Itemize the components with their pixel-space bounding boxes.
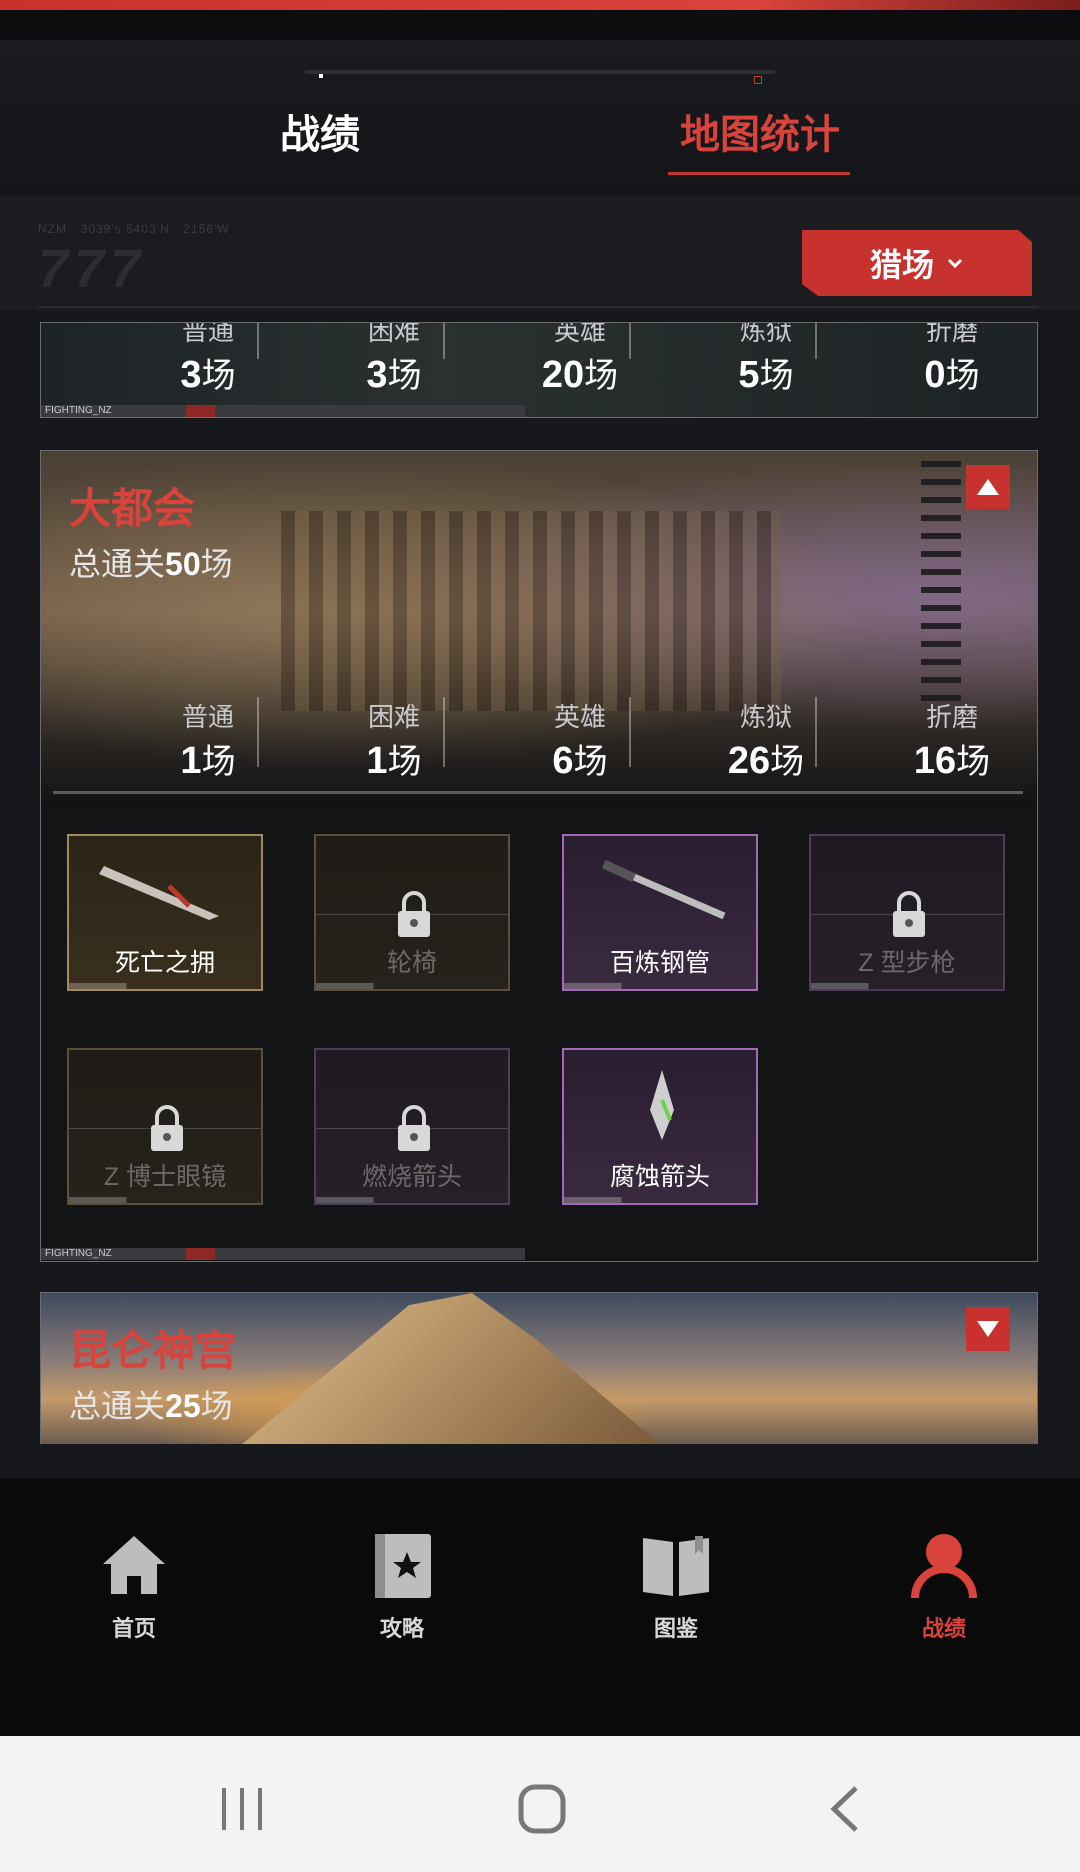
- expand-button[interactable]: [966, 1307, 1010, 1351]
- status-bar-area: [0, 10, 1080, 40]
- item-footer-mark: [564, 983, 756, 989]
- item-footer-mark: [316, 1197, 508, 1203]
- lock-icon: [398, 891, 430, 937]
- stat-inferno: 炼狱 26场: [727, 702, 805, 782]
- stat-divider: [443, 697, 445, 767]
- active-tab-underline: [668, 172, 850, 175]
- stats-scrollbar: [53, 791, 1023, 794]
- stat-normal: 普通 1场: [180, 702, 236, 782]
- guide-book-icon: [375, 1534, 431, 1598]
- collapse-button[interactable]: [966, 465, 1010, 509]
- stat-hero: 英雄 6场: [552, 702, 608, 782]
- nav-record[interactable]: 战绩: [884, 1530, 1004, 1643]
- user-icon: [911, 1534, 977, 1599]
- reward-item-locked[interactable]: 轮椅: [314, 834, 510, 991]
- map-name: 昆仑神宫: [69, 1327, 238, 1374]
- stat-divider: [443, 323, 445, 359]
- lock-icon: [398, 1105, 430, 1151]
- lock-icon: [893, 891, 925, 937]
- tab-map-stats[interactable]: 地图统计: [650, 105, 870, 165]
- stat-torment: 折磨 16场: [913, 702, 991, 782]
- banner-mountain: [241, 1293, 661, 1444]
- stat-divider: [815, 697, 817, 767]
- banner-building: [281, 511, 781, 711]
- back-icon[interactable]: [830, 1786, 860, 1832]
- stat-torment: 折磨 0场: [924, 322, 980, 396]
- stat-divider: [629, 697, 631, 767]
- top-accent-strip: [0, 0, 1080, 10]
- tab-indicator-dot: [319, 74, 323, 78]
- tab-record[interactable]: 战绩: [230, 105, 410, 165]
- triangle-up-icon: [977, 479, 999, 495]
- lock-icon: [151, 1105, 183, 1151]
- card-footer: FIGHTING_NZ: [41, 405, 525, 417]
- stat-divider: [815, 323, 817, 359]
- logo-caption: NZM · 3039's 5403'N · 2156'W: [38, 222, 230, 236]
- arrowhead-icon: [650, 1070, 674, 1140]
- item-footer-mark: [811, 983, 1003, 989]
- card-footer: FIGHTING_NZ: [41, 1248, 525, 1260]
- triangle-down-icon: [977, 1321, 999, 1337]
- logo-mark: 777: [38, 239, 147, 299]
- reward-item[interactable]: 死亡之拥: [67, 834, 263, 991]
- reward-item-locked[interactable]: 燃烧箭头: [314, 1048, 510, 1205]
- steel-pipe-icon: [602, 859, 726, 920]
- reward-item[interactable]: 百炼钢管: [562, 834, 758, 991]
- map-card-partial[interactable]: 普通 3场 困难 3场 英雄 20场 炼狱 5场 折磨 0场 FIGHTING_…: [40, 322, 1038, 418]
- blade-icon: [99, 866, 219, 920]
- stat-hard: 困难 1场: [366, 702, 422, 782]
- map-card-kunlun[interactable]: 昆仑神宫 总通关25场: [40, 1292, 1038, 1444]
- nav-codex[interactable]: 图鉴: [616, 1530, 736, 1643]
- home-button-icon[interactable]: [518, 1784, 566, 1834]
- reward-item[interactable]: 腐蚀箭头: [562, 1048, 758, 1205]
- stat-hero: 英雄 20场: [541, 322, 619, 396]
- divider: [38, 306, 1038, 308]
- stat-hard: 困难 3场: [366, 322, 422, 396]
- open-book-icon: [643, 1536, 709, 1596]
- chevron-down-icon: [947, 258, 963, 269]
- recent-apps-icon[interactable]: [220, 1786, 264, 1832]
- nav-guide[interactable]: 攻略: [342, 1530, 462, 1643]
- banner-tower: [921, 461, 961, 701]
- stat-divider: [257, 697, 259, 767]
- home-icon: [103, 1536, 165, 1594]
- mode-dropdown[interactable]: 猎场: [802, 230, 1032, 296]
- stat-normal: 普通 3场: [180, 322, 236, 396]
- nav-home[interactable]: 首页: [74, 1530, 194, 1643]
- map-total-clears: 总通关25场: [69, 1388, 233, 1424]
- item-footer-mark: [564, 1197, 756, 1203]
- reward-item-locked[interactable]: Z 博士眼镜: [67, 1048, 263, 1205]
- tab-indicator-marker: [754, 76, 762, 84]
- header: [0, 40, 1080, 195]
- stat-inferno: 炼狱 5场: [738, 322, 794, 396]
- stat-divider: [629, 323, 631, 359]
- map-total-clears: 总通关50场: [69, 546, 233, 582]
- reward-item-locked[interactable]: Z 型步枪: [809, 834, 1005, 991]
- map-card-metropolis: 大都会 总通关50场 普通 1场 困难 1场 英雄 6场 炼狱 26场 折磨 1…: [40, 450, 1038, 1262]
- tab-indicator-track: [305, 70, 775, 74]
- stat-divider: [257, 323, 259, 359]
- mode-dropdown-label: 猎场: [869, 247, 934, 283]
- item-footer-mark: [69, 1197, 261, 1203]
- item-footer-mark: [69, 983, 261, 989]
- item-footer-mark: [316, 983, 508, 989]
- map-name: 大都会: [69, 485, 196, 532]
